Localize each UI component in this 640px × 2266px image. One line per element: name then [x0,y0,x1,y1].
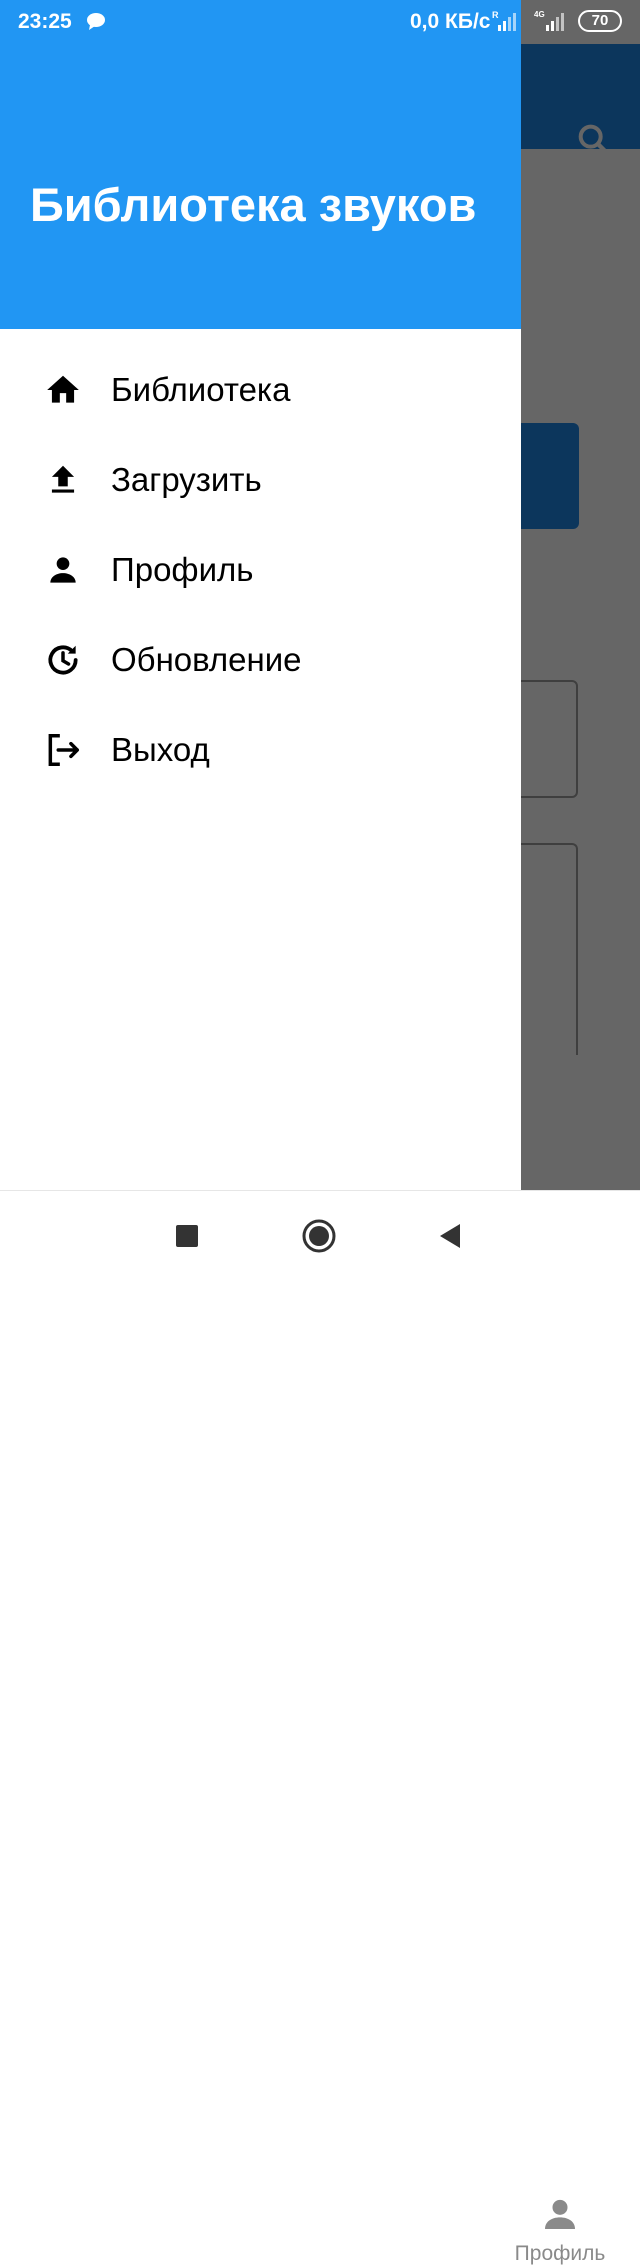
home-icon [43,370,83,410]
upload-icon [43,460,83,500]
person-icon [43,550,83,590]
signal-icon: 4G [534,10,564,31]
navigation-drawer: Библиотека звуков Библиотека Загрузить П… [0,0,521,1190]
svg-text:4G: 4G [534,10,545,19]
back-button[interactable] [425,1211,475,1261]
drawer-header: Библиотека звуков [0,0,521,329]
menu-item-profile[interactable]: Профиль [0,525,521,615]
circle-icon [302,1219,336,1253]
network-speed: 0,0 КБ/с [410,10,491,33]
menu-item-label: Обновление [111,641,302,678]
drawer-menu: Библиотека Загрузить Профиль Обновление [0,345,521,795]
drawer-title: Библиотека звуков [30,178,477,231]
signal-icon: R [492,10,516,31]
home-button[interactable] [294,1211,344,1261]
menu-item-logout[interactable]: Выход [0,705,521,795]
status-time: 23:25 [18,10,72,33]
menu-item-label: Загрузить [111,461,262,498]
square-icon [176,1225,198,1247]
menu-item-label: Профиль [111,551,254,588]
back-triangle-icon [440,1224,460,1248]
bottom-nav-profile-label[interactable]: Профиль [480,2242,640,2266]
logout-icon [43,730,83,770]
menu-item-upload[interactable]: Загрузить [0,435,521,525]
message-icon [87,13,105,30]
update-icon [43,640,83,680]
svg-text:R: R [492,10,499,20]
system-nav-bar [0,1190,640,1280]
menu-item-update[interactable]: Обновление [0,615,521,705]
recent-apps-button[interactable] [162,1211,212,1261]
status-bar: 23:25 0,0 КБ/с R 4G 70 [0,0,640,44]
menu-item-label: Библиотека [111,371,291,408]
menu-item-library[interactable]: Библиотека [0,345,521,435]
person-icon[interactable] [540,2194,580,2234]
menu-item-label: Выход [111,731,210,768]
battery-icon: 70 [578,10,622,32]
